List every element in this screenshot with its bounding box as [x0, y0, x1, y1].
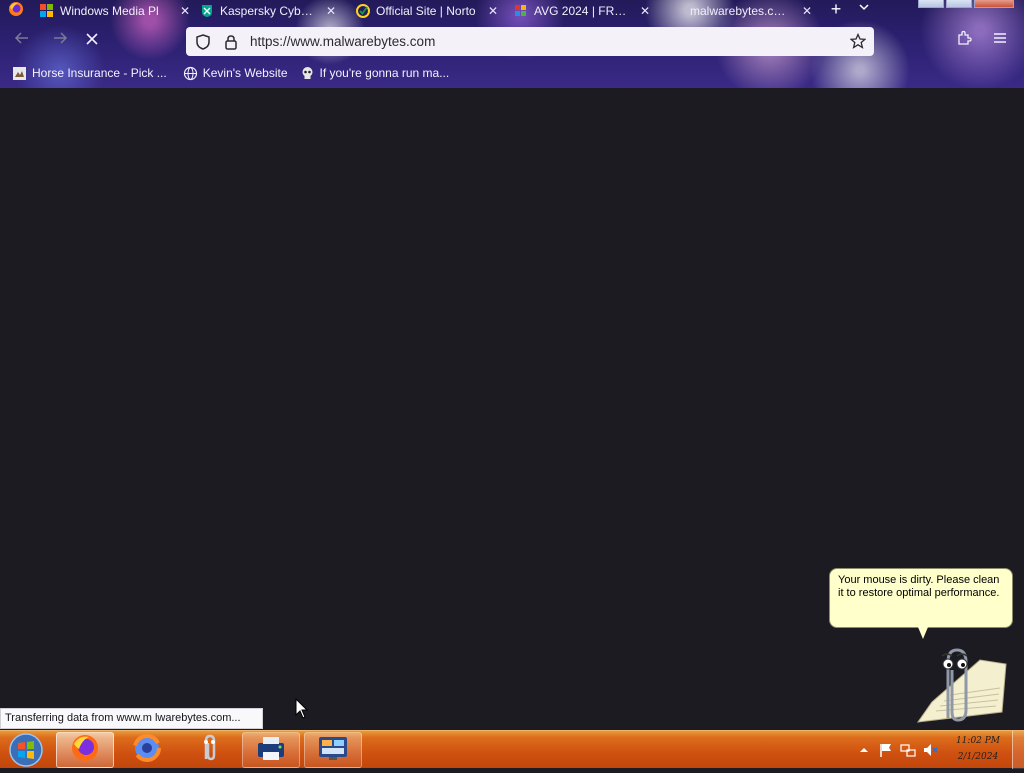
tab-kaspersky[interactable]: Kaspersky Cyber S ✕: [200, 0, 340, 22]
address-bar[interactable]: https://www.malwarebytes.com: [186, 27, 874, 56]
system-tray: 11:02 PM 2/1/2024: [844, 731, 1024, 769]
taskbar-firefox[interactable]: [56, 732, 114, 768]
close-window-button[interactable]: [974, 0, 1014, 8]
show-hidden-icons-icon[interactable]: [856, 742, 872, 758]
globe-icon: [183, 66, 198, 81]
clock-date: 2/1/2024: [957, 752, 999, 762]
close-tab-icon[interactable]: ✕: [640, 4, 650, 18]
kaspersky-icon: [200, 4, 214, 18]
tab-label: AVG 2024 | FREE A: [534, 4, 630, 18]
network-icon[interactable]: [900, 742, 916, 758]
taskbar-browser-2[interactable]: [118, 732, 176, 768]
close-tab-icon[interactable]: ✕: [802, 4, 812, 18]
tab-label: Windows Media Pl: [60, 4, 159, 18]
system-clock[interactable]: 11:02 PM 2/1/2024: [949, 733, 1007, 765]
maximize-button[interactable]: [946, 0, 972, 8]
bookmarks-toolbar: Horse Insurance - Pick ... Kevin's Websi…: [0, 62, 1024, 84]
volume-muted-icon[interactable]: [922, 742, 938, 758]
show-desktop-button[interactable]: [1012, 731, 1024, 769]
bookmark-label: Horse Insurance - Pick ...: [32, 66, 167, 80]
tab-norton[interactable]: Official Site | Norto ✕: [356, 0, 498, 22]
avg-icon: [514, 4, 528, 18]
norton-icon: [356, 4, 370, 18]
close-tab-icon[interactable]: ✕: [180, 4, 190, 18]
taskbar: 11:02 PM 2/1/2024: [0, 730, 1024, 769]
control-panel-icon: [317, 734, 349, 767]
bookmark-horse-insurance[interactable]: Horse Insurance - Pick ...: [12, 66, 167, 81]
assistant-speech-bubble[interactable]: Your mouse is dirty. Please clean it to …: [829, 568, 1013, 628]
clippy-assistant[interactable]: [910, 640, 1010, 728]
status-panel: Transferring data from www.m lwarebytes.…: [0, 708, 263, 729]
url-text: https://www.malwarebytes.com: [250, 34, 436, 49]
bookmark-if-youre-gonna[interactable]: If you're gonna run ma...: [300, 66, 450, 81]
close-tab-icon[interactable]: ✕: [326, 4, 336, 18]
stop-loading-button[interactable]: [80, 30, 104, 54]
firefox-menu-icon[interactable]: [8, 1, 24, 17]
back-button[interactable]: [10, 30, 34, 54]
browser-chrome: Windows Media Pl ✕ Kaspersky Cyber S ✕ O…: [0, 0, 1024, 88]
tab-windows-media[interactable]: Windows Media Pl ✕: [40, 0, 190, 22]
extensions-icon[interactable]: [952, 30, 976, 54]
lock-icon[interactable]: [222, 33, 240, 51]
microsoft-icon: [40, 4, 54, 18]
tracking-protection-icon[interactable]: [194, 33, 212, 51]
speech-bubble-tail: [918, 627, 928, 639]
clock-time: 11:02 PM: [955, 736, 1001, 746]
taskbar-control-panel[interactable]: [304, 732, 362, 768]
paperclip-icon: [194, 733, 224, 768]
skull-icon: [300, 66, 315, 81]
new-tab-button[interactable]: +: [826, 0, 846, 20]
navigation-toolbar: https://www.malwarebytes.com: [0, 26, 1024, 58]
tab-label: Kaspersky Cyber S: [220, 4, 316, 18]
bookmark-label: If you're gonna run ma...: [319, 66, 450, 80]
bookmark-star-icon[interactable]: [849, 32, 867, 54]
minimize-button[interactable]: [918, 0, 944, 8]
tab-label: malwarebytes.com/: [690, 4, 792, 18]
start-button[interactable]: [6, 732, 46, 768]
tab-avg[interactable]: AVG 2024 | FREE A ✕: [514, 0, 652, 22]
bookmark-page-icon: [12, 66, 27, 81]
tab-label: Official Site | Norto: [376, 4, 476, 18]
forward-button[interactable]: [48, 30, 72, 54]
action-center-flag-icon[interactable]: [878, 742, 894, 758]
browser-orb-icon: [132, 733, 162, 768]
list-all-tabs-icon[interactable]: [858, 1, 870, 16]
taskbar-clippy[interactable]: [180, 732, 238, 768]
hamburger-menu-icon[interactable]: [988, 30, 1012, 54]
bookmark-label: Kevin's Website: [202, 66, 288, 80]
printer-icon: [255, 734, 287, 767]
tab-strip: Windows Media Pl ✕ Kaspersky Cyber S ✕ O…: [0, 0, 1024, 22]
taskbar-printer[interactable]: [242, 732, 300, 768]
mouse-cursor-icon: [295, 697, 309, 725]
tab-malwarebytes[interactable]: malwarebytes.com/ ✕: [672, 0, 812, 22]
close-tab-icon[interactable]: ✕: [488, 4, 498, 18]
loading-icon: [672, 4, 684, 18]
assistant-message: Your mouse is dirty. Please clean it to …: [838, 574, 1000, 599]
firefox-icon: [70, 733, 100, 768]
bookmark-kevins-website[interactable]: Kevin's Website: [183, 66, 288, 81]
page-content-area[interactable]: [0, 88, 1024, 730]
